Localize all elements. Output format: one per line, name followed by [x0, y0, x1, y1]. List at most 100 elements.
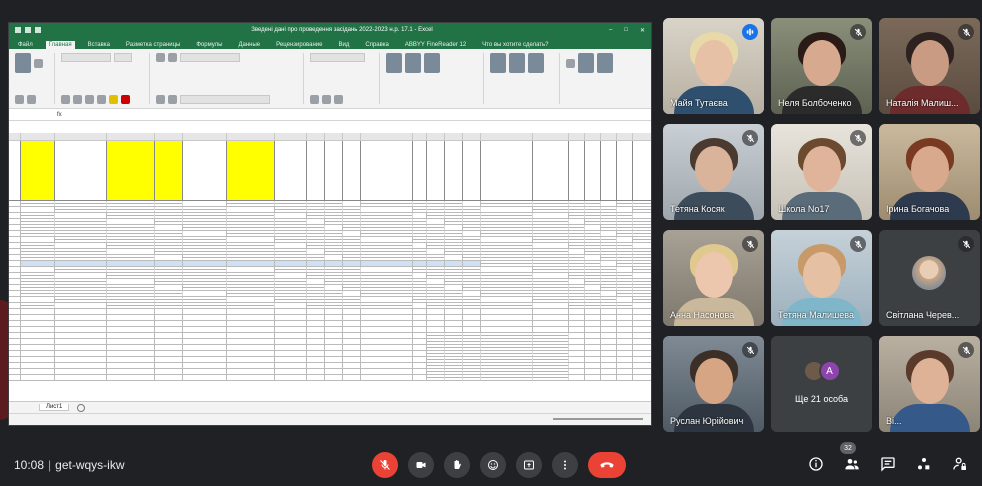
table-cell[interactable] [21, 369, 55, 374]
table-cell[interactable] [325, 303, 343, 308]
table-cell[interactable] [21, 363, 55, 368]
table-cell[interactable] [307, 303, 325, 308]
table-cell[interactable] [55, 363, 107, 368]
table-cell[interactable] [617, 291, 633, 296]
table-cell[interactable] [617, 357, 633, 362]
table-cell[interactable] [445, 321, 463, 326]
table-cell[interactable] [183, 321, 227, 326]
table-cell[interactable] [361, 309, 413, 314]
table-cell[interactable] [55, 303, 107, 308]
table-cell[interactable] [633, 339, 651, 344]
table-cell[interactable] [601, 201, 617, 206]
table-cell[interactable] [343, 363, 361, 368]
table-cell[interactable] [481, 363, 533, 368]
table-cell[interactable] [413, 279, 427, 284]
table-cell[interactable] [633, 267, 651, 272]
table-cell[interactable] [601, 363, 617, 368]
table-cell[interactable] [463, 327, 481, 332]
table-cell[interactable] [307, 375, 325, 380]
table-cell[interactable] [481, 285, 533, 290]
table-cell[interactable] [601, 357, 617, 362]
table-cell[interactable] [21, 345, 55, 350]
table-cell[interactable] [445, 327, 463, 332]
table-cell[interactable] [601, 291, 617, 296]
table-cell[interactable] [601, 249, 617, 254]
table-cell[interactable] [9, 249, 21, 254]
format-as-table-icon[interactable] [404, 53, 421, 73]
table-cell[interactable] [585, 255, 601, 260]
table-cell[interactable] [585, 333, 601, 338]
borders-icon[interactable] [96, 95, 106, 104]
table-cell[interactable] [569, 243, 585, 248]
table-cell[interactable] [361, 273, 413, 278]
sheet-tab[interactable]: Лист1 [39, 404, 70, 411]
table-cell[interactable] [569, 279, 585, 284]
table-cell[interactable] [585, 345, 601, 350]
table-cell[interactable] [533, 243, 569, 248]
table-cell[interactable] [9, 267, 21, 272]
format-cells-icon[interactable] [528, 53, 545, 73]
table-cell[interactable] [617, 327, 633, 332]
table-cell[interactable] [307, 249, 325, 254]
table-cell[interactable] [55, 345, 107, 350]
table-cell[interactable] [585, 321, 601, 326]
align-middle-icon[interactable] [167, 53, 177, 62]
table-cell[interactable] [463, 261, 481, 266]
table-cell[interactable] [463, 201, 481, 206]
table-cell[interactable] [463, 213, 481, 218]
table-cell[interactable] [155, 345, 183, 350]
table-cell[interactable] [427, 315, 445, 320]
table-cell[interactable] [155, 237, 183, 242]
table-cell[interactable] [183, 285, 227, 290]
table-cell[interactable] [325, 369, 343, 374]
table-cell[interactable] [9, 345, 21, 350]
table-cell[interactable] [427, 267, 445, 272]
table-cell[interactable] [55, 207, 107, 212]
present-button[interactable] [516, 452, 542, 478]
table-cell[interactable] [9, 279, 21, 284]
table-cell[interactable] [569, 315, 585, 320]
table-cell[interactable] [307, 201, 325, 206]
table-cell[interactable] [155, 291, 183, 296]
table-cell[interactable] [601, 285, 617, 290]
table-cell[interactable] [183, 303, 227, 308]
table-cell[interactable] [155, 303, 183, 308]
table-cell[interactable] [55, 339, 107, 344]
table-cell[interactable] [445, 207, 463, 212]
ribbon-group-clipboard[interactable] [15, 53, 55, 104]
table-cell[interactable] [21, 291, 55, 296]
table-cell[interactable] [569, 345, 585, 350]
table-cell[interactable] [427, 345, 445, 350]
table-cell[interactable] [107, 375, 155, 380]
table-cell[interactable] [55, 267, 107, 272]
table-cell[interactable] [427, 273, 445, 278]
table-cell[interactable] [9, 285, 21, 290]
table-cell[interactable] [227, 309, 275, 314]
table-cell[interactable] [183, 261, 227, 266]
table-cell[interactable] [617, 333, 633, 338]
currency-icon[interactable] [310, 95, 320, 104]
table-cell[interactable] [601, 321, 617, 326]
table-cell[interactable] [307, 333, 325, 338]
table-cell[interactable] [533, 285, 569, 290]
table-cell[interactable] [427, 297, 445, 302]
table-cell[interactable] [601, 213, 617, 218]
table-cell[interactable] [55, 375, 107, 380]
table-cell[interactable] [633, 273, 651, 278]
table-cell[interactable] [533, 219, 569, 224]
table-cell[interactable] [413, 255, 427, 260]
table-cell[interactable] [617, 249, 633, 254]
table-cell[interactable] [9, 315, 21, 320]
table-cell[interactable] [361, 213, 413, 218]
mic-off-button[interactable] [372, 452, 398, 478]
table-cell[interactable] [481, 315, 533, 320]
table-cell[interactable] [21, 285, 55, 290]
table-cell[interactable] [533, 231, 569, 236]
table-cell[interactable] [585, 231, 601, 236]
table-cell[interactable] [9, 243, 21, 248]
table-cell[interactable] [569, 297, 585, 302]
table-cell[interactable] [275, 261, 307, 266]
table-cell[interactable] [55, 219, 107, 224]
table-cell[interactable] [361, 261, 413, 266]
table-cell[interactable] [55, 213, 107, 218]
